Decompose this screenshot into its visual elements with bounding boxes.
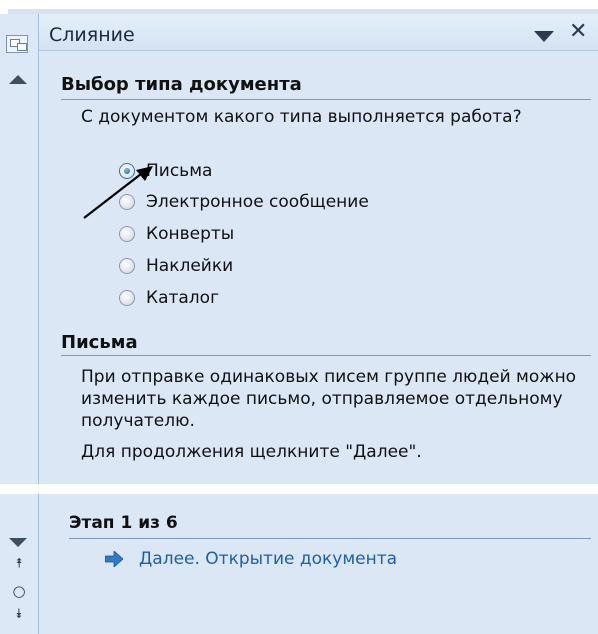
- section-heading-doc-type: Выбор типа документа: [61, 74, 302, 95]
- chevron-down-icon[interactable]: [534, 31, 554, 42]
- radio-option-labels[interactable]: Наклейки: [119, 253, 233, 279]
- wizard-footer: Этап 1 из 6 Далее. Открытие документа: [39, 494, 598, 634]
- bottom-rail: ⯭ ○ ⯯: [0, 494, 39, 634]
- section-divider: [61, 355, 591, 356]
- radio-option-envelopes[interactable]: Конверты: [119, 221, 234, 247]
- doc-type-question: С документом какого типа выполняется раб…: [81, 107, 522, 127]
- step-indicator: Этап 1 из 6: [69, 513, 178, 533]
- mail-merge-task-pane: Слияние ✕ Выбор типа документа С докумен…: [39, 14, 598, 484]
- option-label: Наклейки: [146, 256, 234, 276]
- top-strip: [0, 0, 598, 14]
- panel-gap: [0, 484, 598, 494]
- browse-object-icon[interactable]: ○: [0, 582, 38, 600]
- arrow-right-icon: [105, 551, 123, 567]
- left-rail: [0, 14, 39, 484]
- letters-description: При отправке одинаковых писем группе люд…: [81, 367, 577, 431]
- next-object-icon[interactable]: ⯯: [0, 607, 38, 622]
- radio-option-directory[interactable]: Каталог: [119, 285, 219, 311]
- annotation-arrow-icon: [83, 166, 153, 219]
- continue-hint: Для продолжения щелкните "Далее".: [81, 442, 422, 462]
- previous-object-icon[interactable]: ⯭: [0, 556, 38, 571]
- section-heading-letters: Письма: [61, 332, 138, 353]
- radio-button[interactable]: [119, 290, 135, 306]
- radio-button[interactable]: [119, 258, 135, 274]
- section-divider: [61, 99, 591, 100]
- pane-title: Слияние: [49, 24, 135, 46]
- mail-merge-icon[interactable]: [6, 35, 28, 53]
- next-step-link[interactable]: Далее. Открытие документа: [105, 549, 397, 569]
- option-label: Каталог: [146, 288, 220, 308]
- pane-header: Слияние ✕: [39, 14, 598, 51]
- scroll-up-icon[interactable]: [9, 75, 27, 84]
- scroll-down-icon[interactable]: [9, 538, 27, 547]
- radio-button[interactable]: [119, 226, 135, 242]
- option-label: Конверты: [146, 224, 235, 244]
- step-divider: [69, 538, 591, 539]
- close-icon[interactable]: ✕: [569, 19, 587, 44]
- option-label: Электронное сообщение: [146, 192, 369, 212]
- next-step-label: Далее. Открытие документа: [139, 549, 398, 569]
